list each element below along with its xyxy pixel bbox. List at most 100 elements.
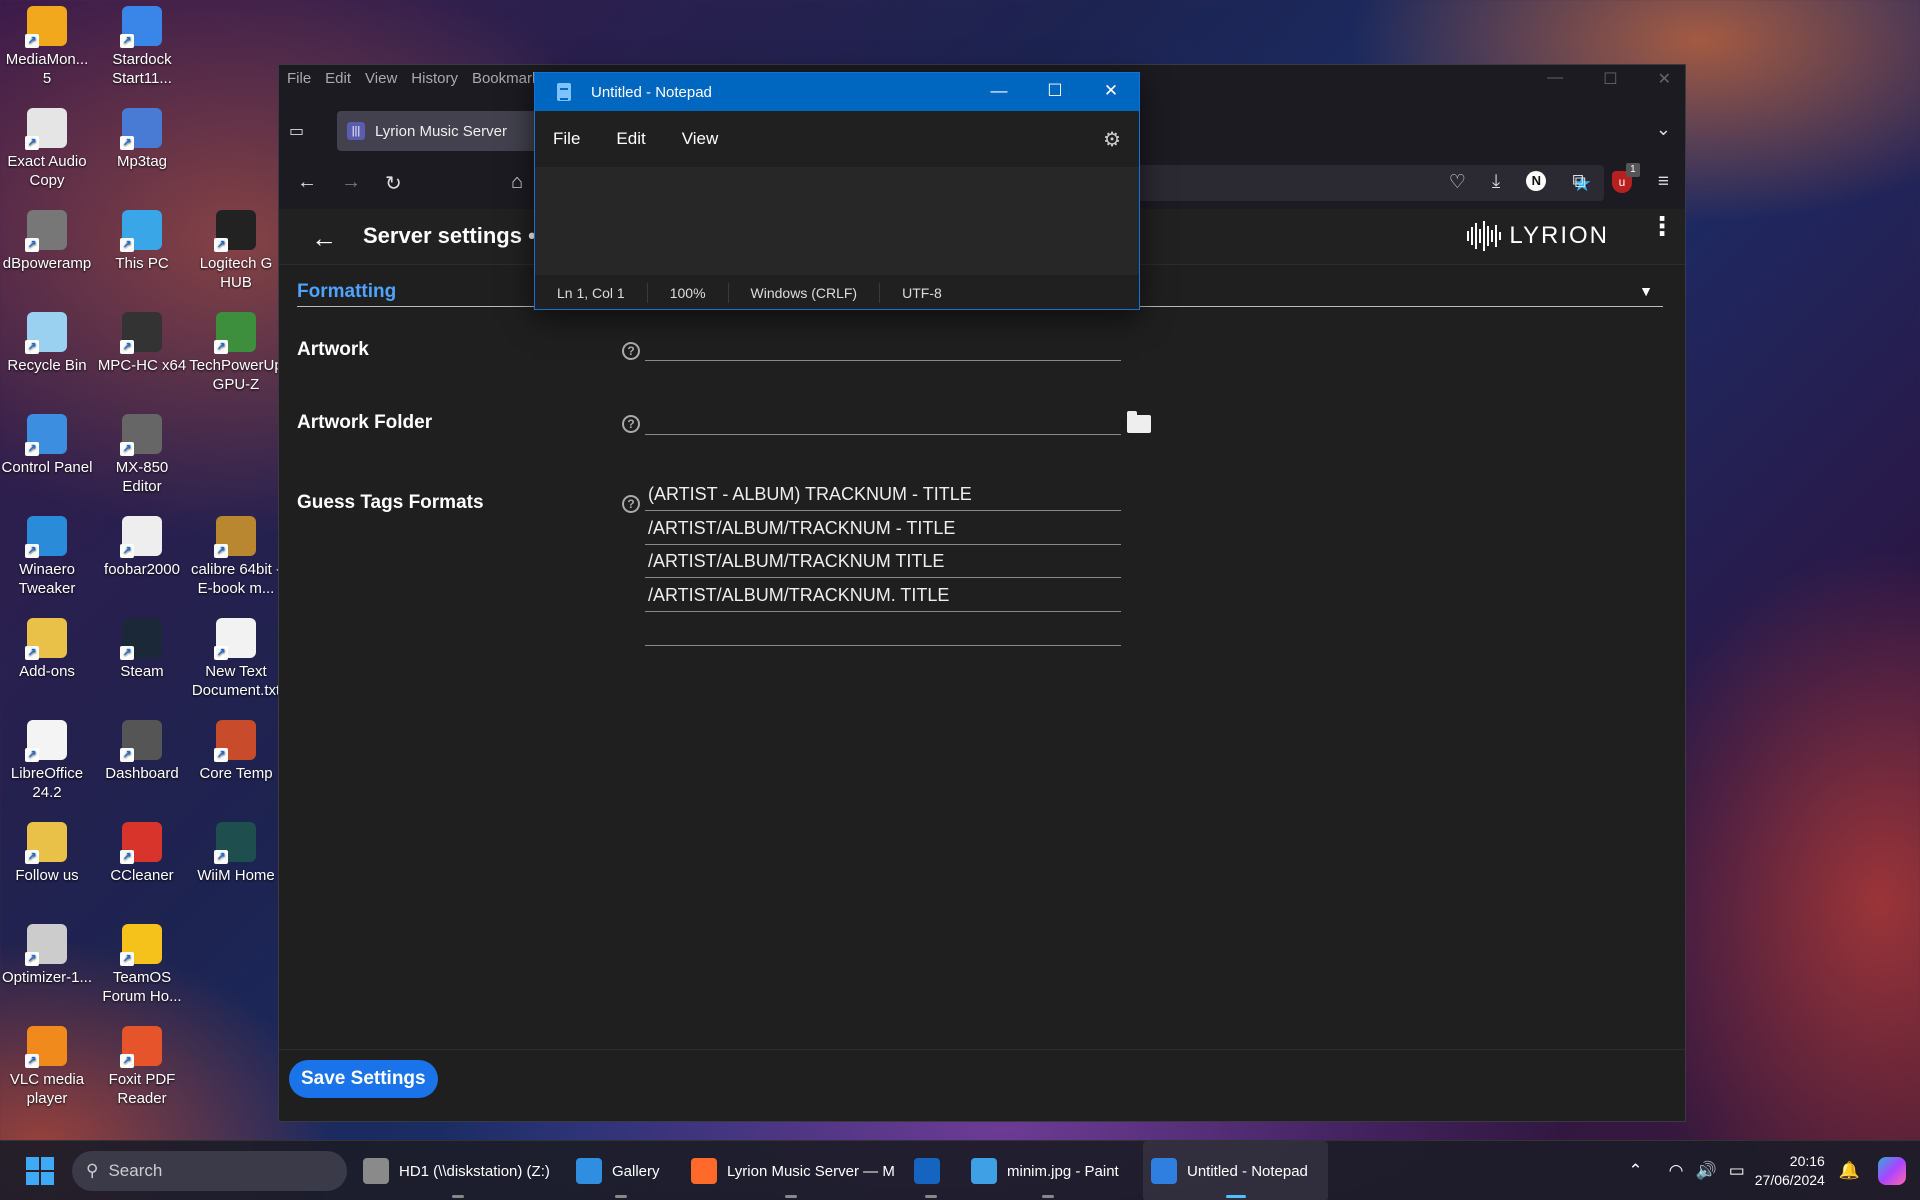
- battery-icon[interactable]: ▭: [1729, 1161, 1745, 1181]
- wifi-icon[interactable]: ◠: [1669, 1161, 1684, 1181]
- desktop-icon-dashboard[interactable]: ↗ Dashboard: [95, 714, 189, 783]
- shortcut-arrow-icon: ↗: [25, 850, 39, 864]
- tab-title: Lyrion Music Server: [375, 122, 507, 140]
- desktop-icon-calibre[interactable]: ↗ calibre 64bit - E-book m...: [189, 510, 283, 598]
- foxit-icon: ↗: [120, 1026, 162, 1068]
- menu-view[interactable]: View: [365, 70, 397, 87]
- notification-bell-icon[interactable]: 🔔: [1839, 1161, 1860, 1181]
- desktop-icon-ccleaner[interactable]: ↗ CCleaner: [95, 816, 189, 885]
- notepad-text-area[interactable]: [535, 167, 1139, 275]
- reload-icon[interactable]: ↻: [385, 171, 402, 196]
- desktop-icon-dbpoweramp[interactable]: ↗ dBpoweramp: [0, 204, 94, 273]
- desktop-icon-wiim-home[interactable]: ↗ WiiM Home: [189, 816, 283, 885]
- volume-icon[interactable]: 🔊: [1696, 1161, 1717, 1181]
- desktop-icon-mpc-hc[interactable]: ↗ MPC-HC x64: [95, 306, 189, 375]
- desktop-icon-control-panel[interactable]: ↗ Control Panel: [0, 408, 94, 477]
- dropdown-arrow-icon[interactable]: ▼: [1639, 283, 1653, 299]
- desktop-icon-mp3tag[interactable]: ↗ Mp3tag: [95, 102, 189, 171]
- help-icon[interactable]: ?: [622, 342, 640, 360]
- encoding[interactable]: UTF-8: [880, 283, 964, 303]
- taskbar-app-firefox-lyrion[interactable]: Lyrion Music Server — M: [683, 1141, 898, 1200]
- tab-lyrion[interactable]: ||| Lyrion Music Server: [337, 111, 567, 151]
- desktop-icon-add-ons[interactable]: ↗ Add-ons: [0, 612, 94, 681]
- close-icon[interactable]: ✕: [1658, 69, 1671, 89]
- taskbar-app-outlook-new[interactable]: [906, 1141, 956, 1200]
- menu-history[interactable]: History: [411, 70, 458, 87]
- download-icon[interactable]: ⤓: [1492, 171, 1500, 194]
- desktop-icon-foxit[interactable]: ↗ Foxit PDF Reader: [95, 1020, 189, 1108]
- taskbar-app-paint[interactable]: minim.jpg - Paint: [963, 1141, 1133, 1200]
- tab-list-icon[interactable]: ▭: [289, 121, 311, 141]
- help-icon[interactable]: ?: [622, 495, 640, 513]
- minimize-icon[interactable]: —: [1547, 69, 1563, 89]
- line-ending[interactable]: Windows (CRLF): [729, 283, 881, 303]
- ublock-icon[interactable]: u1: [1611, 163, 1640, 193]
- account-avatar-icon[interactable]: N: [1526, 171, 1547, 191]
- chevron-down-icon[interactable]: ⌄: [1656, 119, 1671, 140]
- desktop-icon-mx-850-editor[interactable]: ↗ MX-850 Editor: [95, 408, 189, 496]
- desktop-icon-follow-us[interactable]: ↗ Follow us: [0, 816, 94, 885]
- desktop-icon-foobar2000[interactable]: ↗ foobar2000: [95, 510, 189, 579]
- folder-icon[interactable]: [1127, 411, 1151, 433]
- desktop-icon-recycle-bin[interactable]: ↗ Recycle Bin: [0, 306, 94, 375]
- maximize-icon[interactable]: ☐: [1603, 69, 1617, 89]
- desktop-icon-steam[interactable]: ↗ Steam: [95, 612, 189, 681]
- shortcut-arrow-icon: ↗: [25, 34, 39, 48]
- notepad-menu-edit[interactable]: Edit: [616, 129, 645, 149]
- menu-file[interactable]: File: [287, 70, 311, 87]
- taskbar-app-gallery[interactable]: Gallery: [568, 1141, 673, 1200]
- minimize-icon[interactable]: —: [971, 73, 1027, 111]
- clock[interactable]: 20:16 27/06/2024: [1755, 1152, 1825, 1190]
- notepad-menu-file[interactable]: File: [553, 129, 580, 149]
- notepad-menu-view[interactable]: View: [682, 129, 719, 149]
- chevron-up-icon[interactable]: ⌃: [1628, 1161, 1642, 1181]
- pocket-icon[interactable]: ♡: [1449, 171, 1466, 194]
- back-arrow-icon[interactable]: ←: [311, 223, 337, 254]
- desktop-icon-logitech-g-hub[interactable]: ↗ Logitech G HUB: [189, 204, 283, 292]
- desktop-icon-this-pc[interactable]: ↗ This PC: [95, 204, 189, 273]
- maximize-icon[interactable]: ☐: [1027, 73, 1083, 111]
- page-title: Server settings •: [363, 223, 536, 248]
- taskbar-app-notepad[interactable]: Untitled - Notepad: [1143, 1141, 1328, 1200]
- desktop-icon-teamos[interactable]: ↗ TeamOS Forum Ho...: [95, 918, 189, 1006]
- more-options-icon[interactable]: ⋮: [1649, 213, 1675, 239]
- desktop-icon-exact-audio-copy[interactable]: ↗ Exact Audio Copy: [0, 102, 94, 190]
- artwork-input[interactable]: [645, 329, 1121, 361]
- hamburger-menu-icon[interactable]: ≡: [1658, 171, 1669, 194]
- desktop-icon-optimizer[interactable]: ↗ Optimizer-1...: [0, 918, 94, 987]
- page-footer: Save Settings: [279, 1049, 1685, 1121]
- desktop-icon-core-temp[interactable]: ↗ Core Temp: [189, 714, 283, 783]
- taskbar-app-hd1-drive[interactable]: HD1 (\\diskstation) (Z:): [355, 1141, 560, 1200]
- desktop-icon-mediamonkey[interactable]: ↗ MediaMon... 5: [0, 0, 94, 88]
- extensions-icon[interactable]: ⧉: [1572, 171, 1586, 194]
- copilot-icon[interactable]: [1878, 1157, 1906, 1185]
- guess-tags-input-4[interactable]: [645, 580, 1121, 612]
- notepad-titlebar[interactable]: Untitled - Notepad — ☐ ✕: [535, 73, 1139, 111]
- running-indicator: [925, 1195, 937, 1198]
- save-settings-button[interactable]: Save Settings: [289, 1060, 438, 1098]
- guess-tags-input-1[interactable]: [645, 479, 1121, 511]
- back-icon[interactable]: ←: [297, 171, 317, 194]
- zoom-level[interactable]: 100%: [648, 283, 729, 303]
- guess-tags-input-5[interactable]: [645, 614, 1121, 646]
- add-ons-icon: ↗: [25, 618, 67, 660]
- guess-tags-input-3[interactable]: [645, 546, 1121, 578]
- desktop-icon-winaero-tweaker[interactable]: ↗ Winaero Tweaker: [0, 510, 94, 598]
- desktop-icon-stardock-start11[interactable]: ↗ Stardock Start11...: [95, 0, 189, 88]
- artwork-folder-input[interactable]: [645, 403, 1121, 435]
- notepad-statusbar: Ln 1, Col 1 100% Windows (CRLF) UTF-8: [535, 275, 1139, 311]
- desktop-icon-gpu-z[interactable]: ↗ TechPowerUp GPU-Z: [189, 306, 283, 394]
- desktop-icon-libreoffice[interactable]: ↗ LibreOffice 24.2: [0, 714, 94, 802]
- desktop-icon-vlc[interactable]: ↗ VLC media player: [0, 1020, 94, 1108]
- menu-edit[interactable]: Edit: [325, 70, 351, 87]
- guess-tags-input-2[interactable]: [645, 513, 1121, 545]
- home-icon[interactable]: ⌂: [511, 171, 523, 194]
- forward-icon[interactable]: →: [341, 171, 361, 194]
- desktop-icon-new-text-document[interactable]: ↗ New Text Document.txt: [189, 612, 283, 700]
- close-icon[interactable]: ✕: [1083, 73, 1139, 111]
- help-icon[interactable]: ?: [622, 415, 640, 433]
- lyrion-logo: LYRION: [1467, 221, 1609, 251]
- gear-icon[interactable]: ⚙: [1103, 127, 1121, 152]
- start-button[interactable]: [26, 1157, 54, 1185]
- taskbar-search[interactable]: ⚲ Search: [72, 1151, 347, 1191]
